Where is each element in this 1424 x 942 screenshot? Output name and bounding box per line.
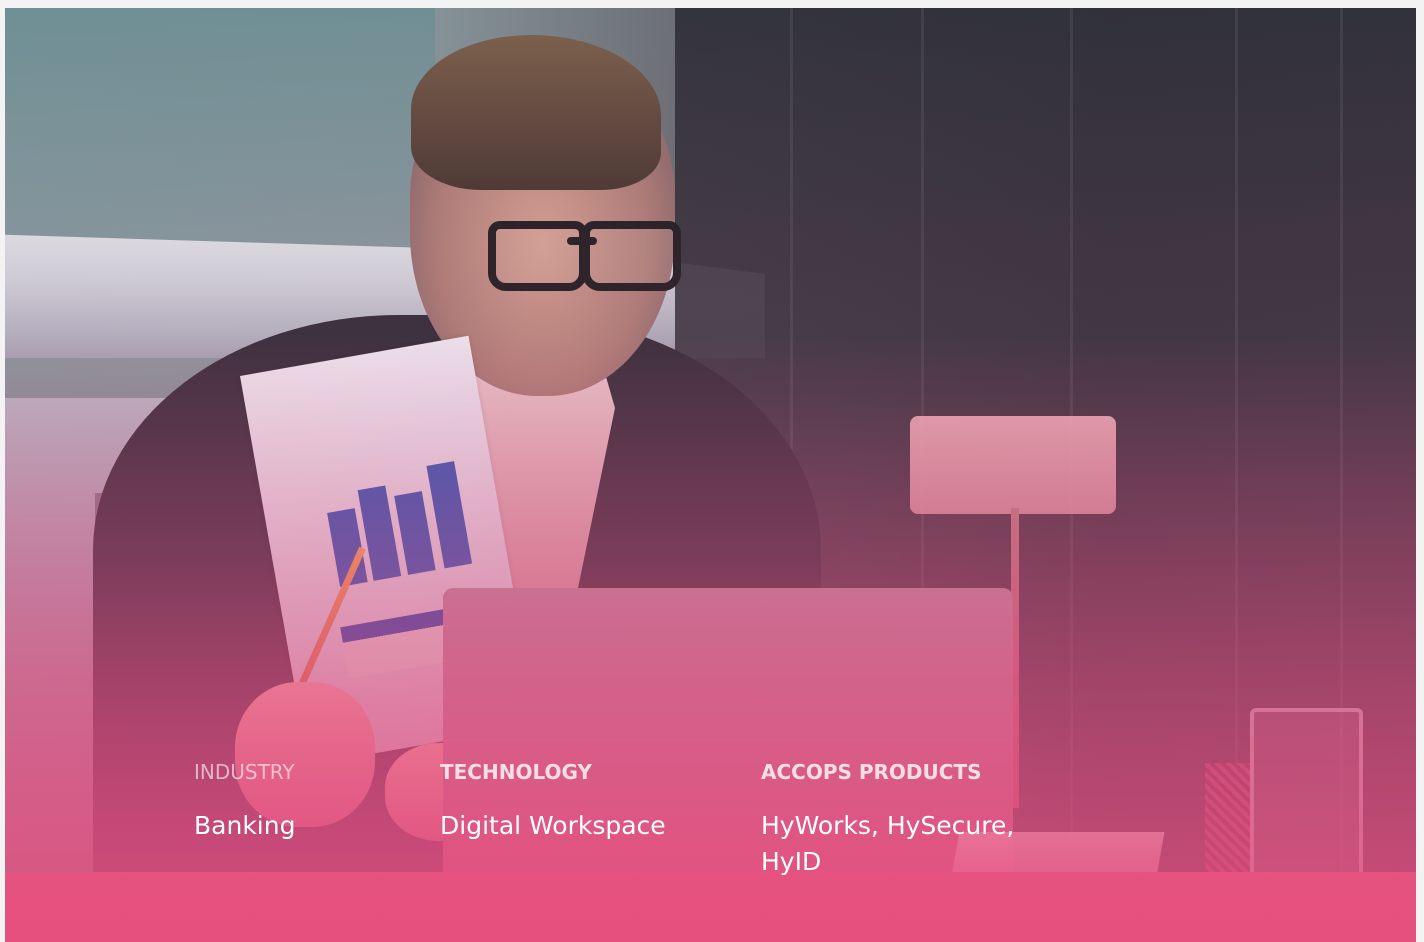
accops-products-label: ACCOPS PRODUCTS [761, 760, 982, 784]
technology-value: Digital Workspace [440, 811, 666, 840]
industry-info: INDUSTRY Banking [194, 760, 404, 844]
technology-info: TECHNOLOGY Digital Workspace [440, 760, 720, 844]
accops-products-info: ACCOPS PRODUCTS HyWorks, HySecure, HyID [761, 760, 1041, 880]
hero-photo: INDUSTRY Banking TECHNOLOGY Digital Work… [5, 8, 1416, 942]
technology-label: TECHNOLOGY [440, 760, 592, 784]
accops-products-value: HyWorks, HySecure, HyID [761, 811, 1015, 876]
page: INDUSTRY Banking TECHNOLOGY Digital Work… [0, 0, 1424, 942]
industry-label: INDUSTRY [194, 760, 295, 784]
industry-value: Banking [194, 811, 296, 840]
